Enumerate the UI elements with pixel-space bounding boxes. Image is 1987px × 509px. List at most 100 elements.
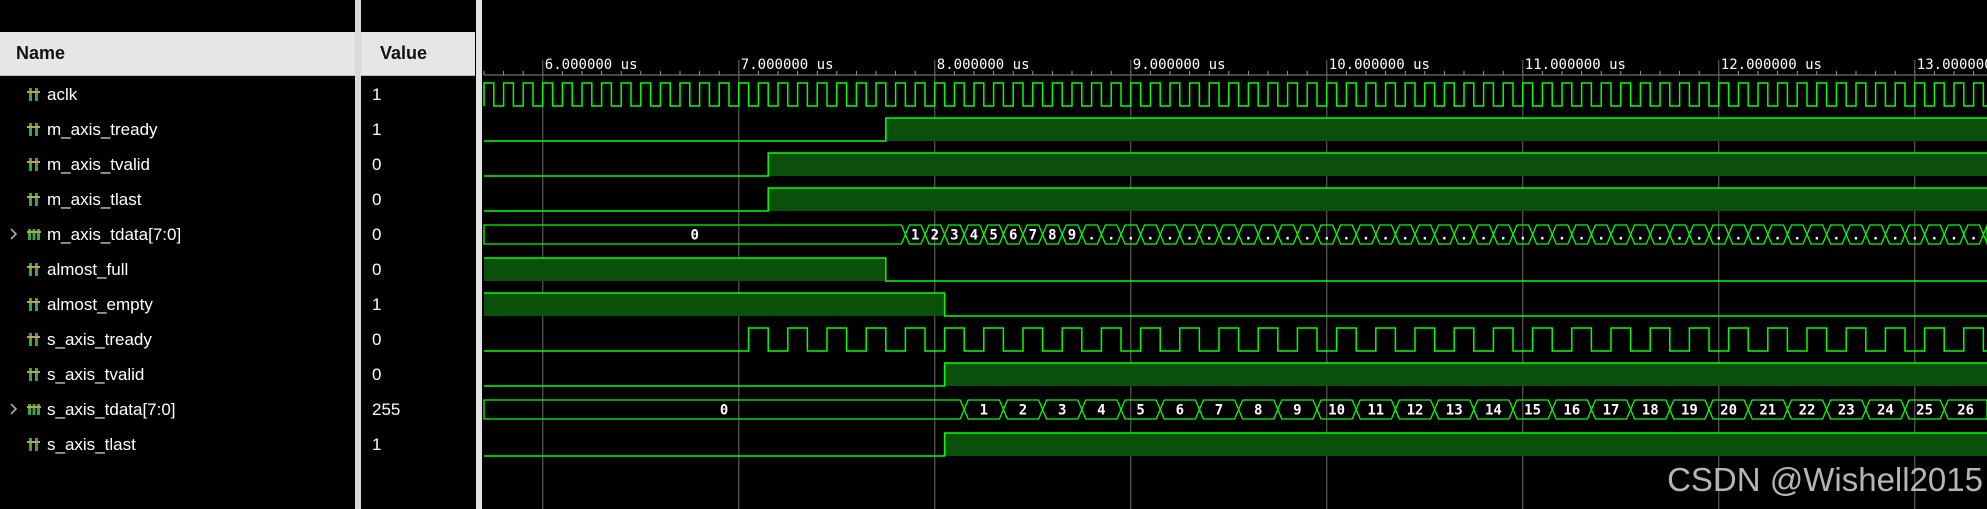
s-axis-tdata-value-label: 6	[1176, 403, 1184, 419]
m-axis-tdata-value-label: .	[1695, 228, 1703, 244]
s-axis-tdata-value-label: 2	[1019, 403, 1027, 419]
m-axis-tdata-value-label: .	[1538, 228, 1546, 244]
timeline-label: 11.000000 us	[1525, 57, 1626, 73]
signal-name: s_axis_tvalid	[47, 365, 145, 384]
s-axis-tdata-value-label: 3	[1058, 403, 1066, 419]
s-axis-tdata-value-label: 14	[1485, 403, 1502, 419]
timeline-label: 9.000000 us	[1133, 57, 1226, 73]
timeline-label: 12.000000 us	[1721, 57, 1822, 73]
signal-row[interactable]: s_axis_tready 0	[0, 322, 476, 357]
signal-value: 1	[372, 295, 382, 314]
signal-row[interactable]: m_axis_tlast 0	[0, 182, 476, 217]
s-axis-tdata-value-label: 8	[1254, 403, 1262, 419]
s-axis-tlast-high-fill	[944, 433, 1987, 456]
name-column-header[interactable]: Name	[0, 32, 355, 76]
s-axis-tdata-value-label: 15	[1524, 403, 1541, 419]
signal-value: 0	[372, 330, 382, 349]
s-axis-tdata-value-label: 23	[1838, 403, 1855, 419]
signal-row[interactable]: s_axis_tdata[7:0] 255	[0, 392, 476, 427]
wire-signal-icon	[27, 263, 40, 276]
m-axis-tdata-value-label: .	[1303, 228, 1311, 244]
signal-name: m_axis_tready	[47, 120, 158, 139]
m-axis-tdata-value-label: .	[1793, 228, 1801, 244]
m-axis-tdata-value-label: 4	[970, 228, 978, 244]
m-axis-tdata-value-label: .	[1205, 228, 1213, 244]
signal-name: aclk	[47, 85, 78, 104]
signal-value: 0	[372, 260, 382, 279]
signal-value: 255	[372, 400, 401, 419]
signal-row[interactable]: m_axis_tready 1	[0, 112, 476, 147]
signal-name: m_axis_tlast	[47, 190, 142, 209]
m-axis-tdata-segment	[1982, 224, 1987, 245]
timeline-label: 10.000000 us	[1329, 57, 1430, 73]
s-axis-tdata-value-label: 0	[720, 403, 728, 419]
s-axis-tdata-value-label: 5	[1136, 403, 1144, 419]
signal-row[interactable]: almost_full 0	[0, 252, 476, 287]
m-axis-tdata-value-label: .	[1852, 228, 1860, 244]
m-axis-tdata-value-label: .	[1617, 228, 1625, 244]
m-axis-tdata-value-label: .	[1127, 228, 1135, 244]
m-axis-tdata-value-label: .	[1244, 228, 1252, 244]
signal-name: s_axis_tdata[7:0]	[47, 400, 176, 419]
s-axis-tdata-value-label: 12	[1407, 403, 1424, 419]
signal-value: 0	[372, 225, 382, 244]
m-axis-tdata-value-label: .	[1421, 228, 1429, 244]
signal-value: 1	[372, 120, 382, 139]
waveform-view[interactable]: 6.000000 us 7.000000 us 8.000000 us 9.00000…	[482, 0, 1987, 509]
s-axis-tdata-value-label: 24	[1877, 403, 1894, 419]
signal-row[interactable]: aclk 1	[0, 77, 476, 112]
m-axis-tdata-value-label: .	[1225, 228, 1233, 244]
s-axis-tvalid-high-fill	[944, 363, 1987, 386]
value-column-header[interactable]: Value	[361, 32, 475, 76]
m-axis-tdata-value-label: .	[1440, 228, 1448, 244]
timeline-label: 6.000000 us	[545, 57, 638, 73]
wire-signal-icon	[27, 88, 40, 101]
m-axis-tdata-value-label: .	[1577, 228, 1585, 244]
expand-chevron-icon[interactable]	[9, 401, 19, 417]
watermark: CSDN @Wishell2015	[1667, 461, 1983, 498]
wire-signal-icon	[27, 333, 40, 346]
m-axis-tdata-value-label: .	[1342, 228, 1350, 244]
signal-row[interactable]: m_axis_tvalid 0	[0, 147, 476, 182]
timeline-label: 8.000000 us	[937, 57, 1030, 73]
wire-signal-icon	[27, 368, 40, 381]
m-axis-tdata-value-label: .	[1969, 228, 1977, 244]
signal-name: s_axis_tlast	[47, 435, 136, 454]
m-axis-tdata-value-label: 3	[950, 228, 958, 244]
signal-value: 1	[372, 85, 382, 104]
wire-signal-icon	[27, 193, 40, 206]
m-axis-tdata-value-label: .	[1087, 228, 1095, 244]
signal-name: almost_empty	[47, 295, 153, 314]
signal-row[interactable]: m_axis_tdata[7:0] 0	[0, 217, 476, 252]
m-axis-tdata-value-label: .	[1715, 228, 1723, 244]
s-axis-tdata-value-label: 26	[1957, 403, 1974, 419]
m-axis-tdata-value-label: 1	[911, 228, 919, 244]
wire-signal-icon	[27, 158, 40, 171]
bus-signal-icon	[27, 404, 41, 415]
wire-signal-icon	[27, 298, 40, 311]
aclk-trace	[483, 82, 1987, 107]
m-axis-tdata-value-label: .	[1930, 228, 1938, 244]
signal-row[interactable]: almost_empty 1	[0, 287, 476, 322]
wire-signal-icon	[27, 438, 40, 451]
signal-row[interactable]: s_axis_tvalid 0	[0, 357, 476, 392]
m-axis-tdata-value-label: 9	[1068, 228, 1076, 244]
s-axis-tdata-value-label: 16	[1563, 403, 1580, 419]
signal-row[interactable]: s_axis_tlast 1	[0, 427, 476, 462]
m-axis-tdata-value-label: .	[1871, 228, 1879, 244]
m-axis-tdata-value-label: .	[1107, 228, 1115, 244]
m-axis-tdata-value-label: .	[1519, 228, 1527, 244]
expand-chevron-icon[interactable]	[9, 226, 19, 242]
s-axis-tdata-value-label: 17	[1603, 403, 1620, 419]
signal-value: 0	[372, 155, 382, 174]
m-axis-tdata-value-label: .	[1950, 228, 1958, 244]
signal-name: m_axis_tvalid	[47, 155, 150, 174]
m-axis-tlast-high-fill	[768, 188, 1987, 211]
s-axis-tdata-value-label: 10	[1328, 403, 1345, 419]
s-axis-tready-trace	[484, 327, 1987, 352]
almost-empty-high-fill	[484, 293, 945, 316]
m-axis-tdata-value-label: 2	[931, 228, 939, 244]
m-axis-tdata-value-label: .	[1911, 228, 1919, 244]
s-axis-tdata-value-label: 13	[1446, 403, 1463, 419]
m-axis-tdata-value-label: .	[1832, 228, 1840, 244]
